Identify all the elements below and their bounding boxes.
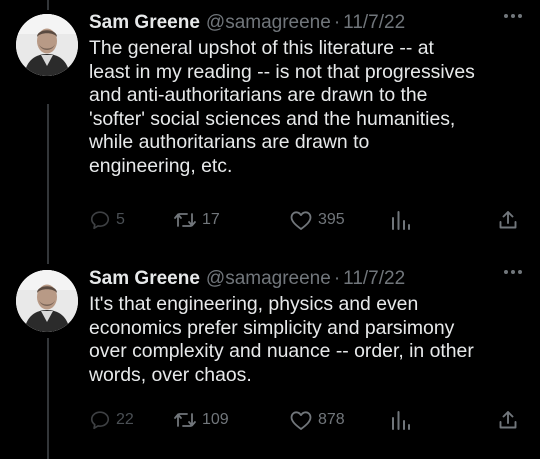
separator-dot: · [333, 268, 341, 289]
timestamp[interactable]: 11/7/22 [343, 12, 405, 34]
tweet[interactable]: Sam Greene @samagreene · 11/7/22 The gen… [0, 0, 540, 252]
more-horizontal-icon[interactable] [504, 14, 522, 18]
share-icon [499, 211, 517, 229]
heart-icon [290, 211, 312, 230]
handle[interactable]: @samagreene [206, 12, 331, 34]
reply-button[interactable]: 5 [89, 209, 125, 231]
heart-icon [290, 411, 312, 430]
share-button[interactable] [497, 409, 519, 431]
like-count: 395 [318, 211, 345, 228]
action-bar: 22 109 878 [89, 409, 529, 435]
avatar[interactable] [16, 14, 78, 76]
like-button[interactable]: 395 [289, 209, 345, 231]
reply-icon [90, 411, 110, 430]
retweet-button[interactable]: 109 [173, 409, 229, 431]
more-horizontal-icon[interactable] [504, 270, 522, 274]
share-button[interactable] [497, 209, 519, 231]
display-name[interactable]: Sam Greene [89, 268, 200, 290]
reply-icon [90, 211, 110, 230]
share-icon [499, 411, 517, 429]
like-count: 878 [318, 411, 345, 428]
reply-count: 22 [116, 411, 134, 428]
display-name[interactable]: Sam Greene [89, 12, 200, 34]
views-icon [392, 211, 410, 230]
tweet-header: Sam Greene @samagreene · 11/7/22 [89, 266, 405, 292]
avatar[interactable] [16, 270, 78, 332]
tweet-header: Sam Greene @samagreene · 11/7/22 [89, 10, 405, 36]
views-button[interactable] [389, 409, 411, 431]
tweet-text: The general upshot of this literature --… [89, 37, 475, 177]
action-bar: 5 17 395 [89, 209, 529, 235]
retweet-icon [174, 213, 196, 227]
retweet-count: 109 [202, 411, 229, 428]
timestamp[interactable]: 11/7/22 [343, 268, 405, 290]
views-button[interactable] [389, 209, 411, 231]
handle[interactable]: @samagreene [206, 268, 331, 290]
tweet[interactable]: Sam Greene @samagreene · 11/7/22 It's th… [0, 256, 540, 459]
retweet-button[interactable]: 17 [173, 209, 220, 231]
like-button[interactable]: 878 [289, 409, 345, 431]
reply-button[interactable]: 22 [89, 409, 134, 431]
retweet-icon [174, 413, 196, 427]
retweet-count: 17 [202, 211, 220, 228]
views-icon [392, 411, 410, 430]
tweet-text: It's that engineering, physics and even … [89, 293, 474, 386]
separator-dot: · [333, 12, 341, 33]
reply-count: 5 [116, 211, 125, 228]
